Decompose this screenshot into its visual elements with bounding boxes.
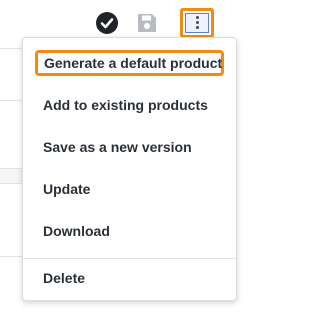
ellipsis-dot [196, 26, 199, 29]
check-circle-icon[interactable] [96, 12, 118, 34]
menu-item-download[interactable]: Download [43, 222, 110, 240]
more-options-button[interactable] [180, 8, 214, 38]
menu-item-add-to-existing-products[interactable]: Add to existing products [43, 96, 208, 114]
menu-item-update[interactable]: Update [43, 180, 90, 198]
menu-item-delete[interactable]: Delete [43, 269, 85, 287]
vertical-ellipsis-icon [185, 13, 209, 33]
ellipsis-dot [196, 16, 199, 19]
options-dropdown-menu: Generate a default product Add to existi… [22, 37, 237, 301]
ellipsis-dot [196, 21, 199, 24]
floppy-disk-icon[interactable] [136, 12, 158, 34]
menu-separator [23, 258, 236, 259]
menu-item-save-as-new-version[interactable]: Save as a new version [43, 138, 192, 156]
menu-item-generate-default-product[interactable]: Generate a default product [35, 50, 224, 76]
